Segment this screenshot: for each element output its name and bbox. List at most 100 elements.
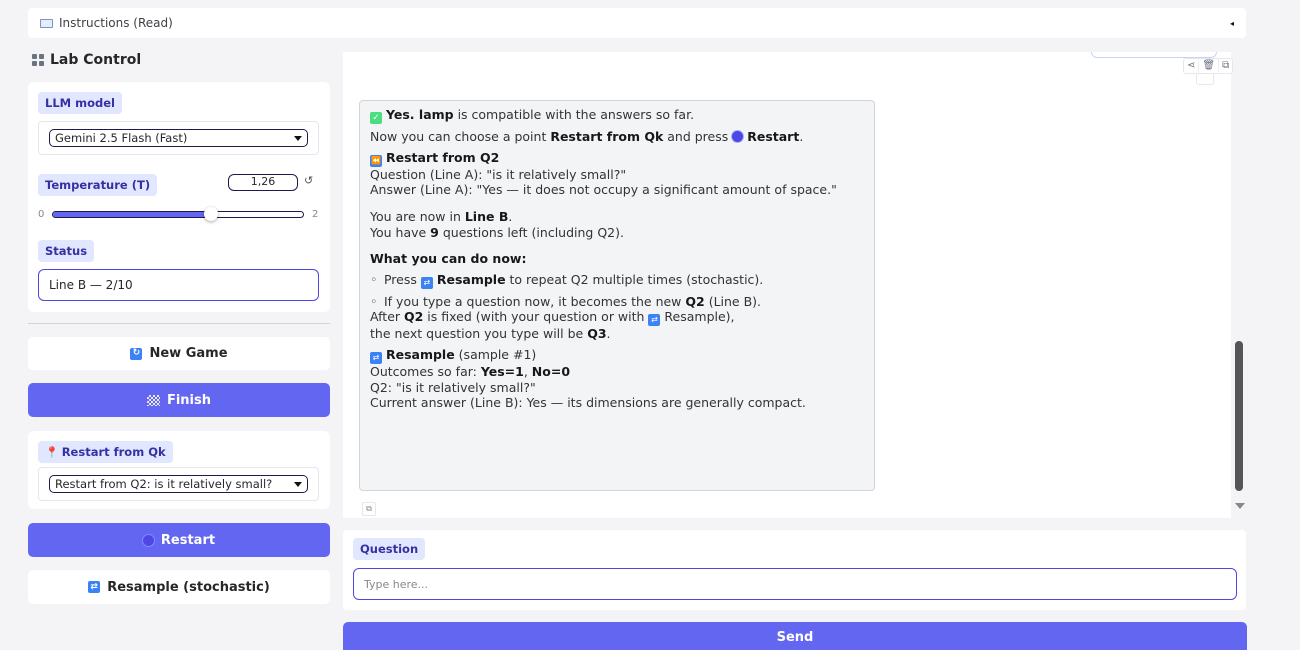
message-toolbar: ⋖ 🗑 ⧉	[1183, 58, 1234, 74]
msg-text: Press	[383, 271, 421, 287]
slider-thumb[interactable]	[203, 207, 218, 221]
question-label: Question	[353, 538, 426, 560]
restart-dropdown-wrap: Restart from Q2: is it relatively small?	[38, 467, 319, 501]
send-button[interactable]: Send	[343, 622, 1247, 650]
slider-fill	[53, 212, 211, 217]
copy-icon[interactable]: ⧉	[1219, 59, 1232, 73]
reset-icon[interactable]: ↺	[304, 174, 313, 187]
restart-panel: 📍 Restart from Qk Restart from Q2: is it …	[28, 431, 330, 509]
restart-from-text: Restart from Qk	[61, 445, 166, 459]
restart-from-label: 📍 Restart from Qk	[38, 441, 173, 463]
spiral-icon	[142, 534, 154, 546]
book-icon	[40, 18, 53, 28]
instructions-label: Instructions (Read)	[59, 16, 173, 30]
msg-text: .	[606, 326, 611, 342]
slider-min-label: 0	[38, 209, 45, 220]
sidebar-divider	[28, 323, 330, 324]
instructions-accordion[interactable]: Instructions (Read) ◂	[28, 8, 1246, 38]
scrollbar-thumb[interactable]	[1235, 341, 1243, 491]
repeat-icon: ⇄	[648, 314, 661, 327]
pin-icon: 📍	[45, 446, 59, 459]
status-field: Line B — 2/10	[38, 269, 319, 301]
msg-text: Resample),	[660, 309, 735, 325]
msg-text: Outcomes so far:	[370, 364, 481, 379]
lab-control-title: Lab Control	[32, 52, 141, 68]
new-game-label: New Game	[149, 346, 228, 361]
settings-panel: LLM model Gemini 2.5 Flash (Fast) Temper…	[28, 82, 330, 312]
msg-text: (sample #1)	[454, 347, 537, 362]
scroll-down-icon[interactable]	[1235, 503, 1245, 509]
msg-heading: Restart from Q2	[385, 149, 500, 165]
msg-text: .	[799, 129, 804, 144]
llm-model-label: LLM model	[38, 92, 122, 114]
msg-text: questions left (including Q2).	[438, 224, 624, 240]
msg-text: Now you can choose a point	[370, 129, 551, 144]
temperature-input[interactable]: 1,26	[228, 174, 298, 191]
question-line-b: Q2: "is it relatively small?"	[370, 379, 536, 395]
llm-model-value: Gemini 2.5 Flash (Fast)	[55, 131, 188, 145]
resample-button[interactable]: ⇄ Resample (stochastic)	[28, 570, 330, 604]
restart-from-value: Restart from Q2: is it relatively small?	[55, 477, 273, 491]
grid-icon	[32, 54, 44, 66]
msg-text: the next question you type will be	[370, 326, 588, 342]
repeat-icon: ⇄	[370, 352, 382, 364]
msg-bold: Restart from Qk	[550, 129, 664, 144]
temperature-label: Temperature (T)	[38, 174, 158, 196]
msg-text: to repeat Q2 multiple times (stochastic)…	[505, 271, 764, 287]
msg-text: After	[370, 309, 404, 325]
msg-text: and press	[663, 129, 733, 144]
slider-max-label: 2	[312, 209, 319, 220]
msg-bold: Q3	[587, 326, 607, 342]
msg-heading: Resample	[385, 347, 455, 362]
spiral-icon	[732, 131, 744, 142]
msg-text: (Line B).	[704, 293, 762, 309]
answer-line-b: Current answer (Line B): Yes — its dimen…	[370, 395, 806, 411]
finish-label: Finish	[166, 392, 212, 408]
msg-bold: Line B	[464, 208, 509, 224]
lab-control-label: Lab Control	[50, 52, 142, 68]
chevron-down-icon	[294, 481, 302, 487]
msg-text: is fixed (with your question or with	[423, 309, 649, 325]
question-input[interactable]: Type here...	[353, 568, 1237, 600]
restart-button[interactable]: Restart	[28, 523, 330, 557]
restart-label: Restart	[160, 532, 216, 548]
trash-icon[interactable]: 🗑	[1199, 59, 1220, 73]
msg-bold: Yes=1	[480, 364, 524, 379]
resample-label: Resample (stochastic)	[107, 579, 270, 595]
share-icon[interactable]: ⋖	[1184, 59, 1200, 73]
msg-bold: Restart	[747, 129, 800, 144]
chevron-down-icon	[294, 135, 302, 141]
question-panel: Question Type here...	[343, 530, 1246, 610]
llm-model-dropdown-wrap: Gemini 2.5 Flash (Fast)	[38, 121, 319, 155]
checkered-flag-icon	[146, 394, 160, 406]
question-line-a: Question (Line A): "is it relatively sma…	[370, 166, 627, 182]
msg-text: is compatible with the answers so far.	[453, 107, 695, 122]
msg-bold: Q2	[404, 309, 424, 325]
repeat-icon: ⇄	[420, 276, 433, 289]
questions-left-count: 9	[430, 224, 439, 240]
msg-bold: Resample	[436, 271, 506, 287]
bullet: ◦	[370, 293, 378, 309]
check-icon: ✓	[370, 112, 382, 124]
msg-heading: What you can do now:	[370, 251, 527, 267]
chat-message: ✓ Yes. lamp is compatible with the answe…	[359, 100, 875, 491]
msg-bold: Q2	[685, 293, 705, 309]
rewind-icon: ⏪	[370, 154, 382, 167]
refresh-icon: ↻	[130, 347, 143, 360]
toolbar-tab	[1196, 74, 1214, 85]
msg-text: ,	[523, 364, 532, 379]
msg-text: If you type a question now, it becomes t…	[383, 293, 686, 309]
repeat-icon: ⇄	[88, 581, 101, 593]
answer-line-a: Answer (Line A): "Yes — it does not occu…	[370, 182, 837, 198]
finish-button[interactable]: Finish	[28, 383, 330, 417]
msg-text: You have	[370, 224, 431, 240]
llm-model-select[interactable]: Gemini 2.5 Flash (Fast)	[49, 129, 308, 147]
bullet: ◦	[370, 271, 378, 287]
guess-word: Yes. lamp	[385, 107, 454, 122]
copy-icon[interactable]: ⧉	[362, 502, 376, 516]
temperature-slider[interactable]	[52, 207, 304, 221]
collapse-arrow-icon: ◂	[1229, 18, 1234, 28]
restart-from-select[interactable]: Restart from Q2: is it relatively small?	[49, 475, 308, 493]
new-game-button[interactable]: ↻ New Game	[28, 337, 330, 370]
msg-bold: No=0	[531, 364, 571, 379]
